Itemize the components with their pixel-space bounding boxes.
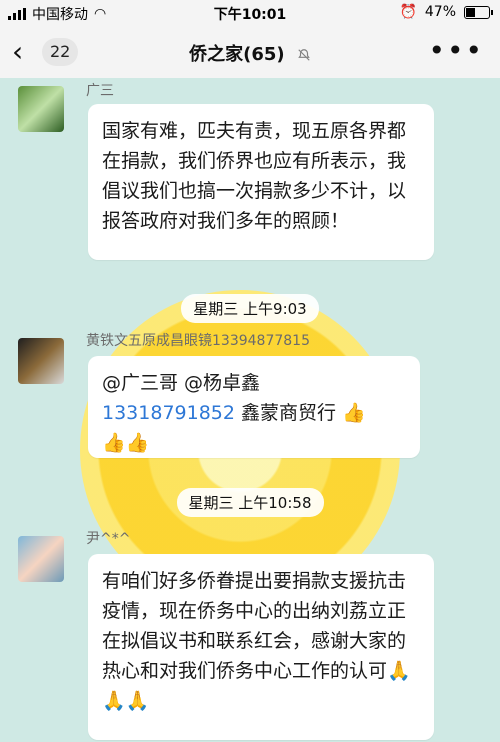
battery-percent: 47% xyxy=(424,4,456,20)
mention-text: @广三哥 @杨卓鑫 xyxy=(102,372,261,394)
sender-name: 黄铁文五原成昌眼镜13394877815 xyxy=(86,333,310,349)
chat-content: 广三 国家有难，匹夫有责，现五原各界都在捐款，我们侨界也应有所表示，我倡议我们也… xyxy=(0,78,500,742)
status-bar: 中国移动 ◠ 下午10:01 ⏰ 47% xyxy=(0,0,500,26)
chat-header: ‹ 22 侨之家(65) ••• xyxy=(0,26,500,78)
message-bubble[interactable]: 国家有难，匹夫有责，现五原各界都在捐款，我们侨界也应有所表示，我倡议我们也搞一次… xyxy=(88,104,434,260)
thumbs-up-icon: 👍 xyxy=(342,402,366,424)
sender-name: 尹^*^ xyxy=(86,531,131,547)
avatar[interactable] xyxy=(18,536,64,582)
message-text: 有咱们好多侨眷提出要捐款支援抗击疫情，现在侨务中心的出纳刘荔立正在拟倡议书和联系… xyxy=(102,570,411,682)
avatar[interactable] xyxy=(18,86,64,132)
phone-link[interactable]: 13318791852 xyxy=(102,402,235,424)
sender-name: 广三 xyxy=(86,83,114,99)
time-separator: 星期三 上午10:58 xyxy=(0,488,500,517)
avatar[interactable] xyxy=(18,338,64,384)
message-bubble[interactable]: 有咱们好多侨眷提出要捐款支援抗击疫情，现在侨务中心的出纳刘荔立正在拟倡议书和联系… xyxy=(88,554,434,740)
message-item: 尹^*^ 有咱们好多侨眷提出要捐款支援抗击疫情，现在侨务中心的出纳刘荔立正在拟倡… xyxy=(0,524,500,742)
message-item: 黄铁文五原成昌眼镜13394877815 @广三哥 @杨卓鑫 133187918… xyxy=(0,326,500,476)
time-label: 星期三 上午10:58 xyxy=(176,488,324,517)
message-text: 鑫蒙商贸行 xyxy=(234,402,343,424)
time-label: 星期三 上午9:03 xyxy=(181,294,319,323)
group-name: 侨之家(65) xyxy=(189,44,285,65)
battery-icon xyxy=(464,5,493,19)
more-options-button[interactable]: ••• xyxy=(428,34,484,67)
pray-icon: 🙏🙏 xyxy=(102,690,150,712)
mute-bell-icon xyxy=(298,49,310,61)
time-separator: 星期三 上午9:03 xyxy=(0,294,500,323)
thumbs-up-icon: 👍👍 xyxy=(102,432,150,454)
message-item: 广三 国家有难，匹夫有责，现五原各界都在捐款，我们侨界也应有所表示，我倡议我们也… xyxy=(0,78,500,268)
status-right: ⏰ 47% xyxy=(399,4,493,20)
chat-title: 侨之家(65) xyxy=(0,40,500,66)
message-bubble[interactable]: @广三哥 @杨卓鑫 13318791852 鑫蒙商贸行 👍 👍👍 xyxy=(88,356,420,458)
alarm-icon: ⏰ xyxy=(399,4,417,20)
